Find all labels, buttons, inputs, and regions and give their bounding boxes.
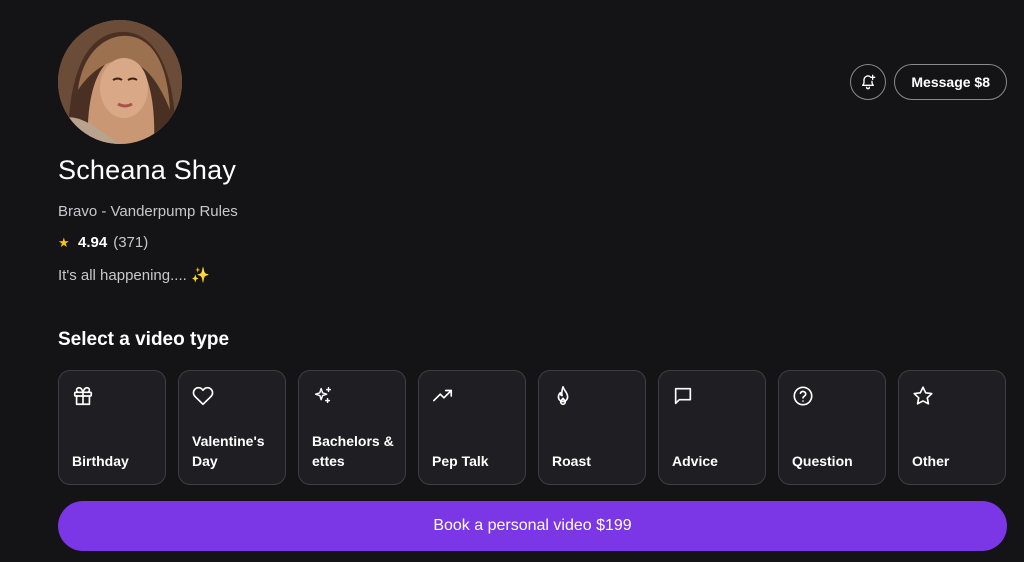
video-type-label: Other (912, 453, 950, 469)
video-type-label: Bachelors & ettes (312, 433, 394, 469)
video-type-label: Question (792, 453, 853, 469)
video-type-label: Pep Talk (432, 453, 489, 469)
star-icon: ★ (58, 234, 70, 250)
flame-icon (552, 385, 574, 407)
message-button[interactable]: Message $8 (894, 64, 1007, 100)
trending-up-icon (432, 385, 454, 407)
video-type-roast[interactable]: Roast (538, 370, 646, 485)
review-count: (371) (113, 234, 149, 251)
video-type-list: Birthday Valentine's Day Bachelors & ett… (58, 370, 1006, 485)
profile-name: Scheana Shay (58, 155, 237, 185)
star-outline-icon (912, 385, 934, 407)
tagline: It's all happening.... ✨ (58, 266, 210, 284)
profile-page: Message $8 Scheana Shay Bravo - Vanderpu… (0, 0, 1024, 562)
sparkles-emoji: ✨ (190, 267, 210, 284)
notify-button[interactable] (850, 64, 887, 100)
question-circle-icon (792, 385, 814, 407)
video-type-birthday[interactable]: Birthday (58, 370, 166, 485)
video-type-valentines-day[interactable]: Valentine's Day (178, 370, 286, 485)
video-type-label: Advice (672, 453, 718, 469)
video-type-pep-talk[interactable]: Pep Talk (418, 370, 526, 485)
gift-icon (72, 385, 94, 407)
tagline-text: It's all happening.... (58, 267, 187, 284)
video-type-label: Roast (552, 453, 591, 469)
video-type-label: Birthday (72, 453, 129, 469)
top-actions: Message $8 (850, 64, 1007, 100)
bell-plus-icon (862, 74, 876, 90)
sparkles-icon (312, 385, 334, 407)
book-video-button[interactable]: Book a personal video $199 (58, 501, 1007, 551)
video-type-bachelors[interactable]: Bachelors & ettes (298, 370, 406, 485)
avatar[interactable] (58, 20, 182, 144)
section-title: Select a video type (58, 329, 230, 350)
profile-subtitle[interactable]: Bravo - Vanderpump Rules (58, 203, 238, 220)
video-type-question[interactable]: Question (778, 370, 886, 485)
heart-icon (192, 385, 214, 407)
video-type-other[interactable]: Other (898, 370, 1006, 485)
rating-score: 4.94 (78, 234, 108, 251)
chat-bubble-icon (672, 385, 694, 407)
video-type-label: Valentine's Day (192, 433, 265, 469)
rating[interactable]: ★ 4.94 (371) (58, 234, 148, 251)
avatar-photo (58, 20, 182, 144)
video-type-advice[interactable]: Advice (658, 370, 766, 485)
